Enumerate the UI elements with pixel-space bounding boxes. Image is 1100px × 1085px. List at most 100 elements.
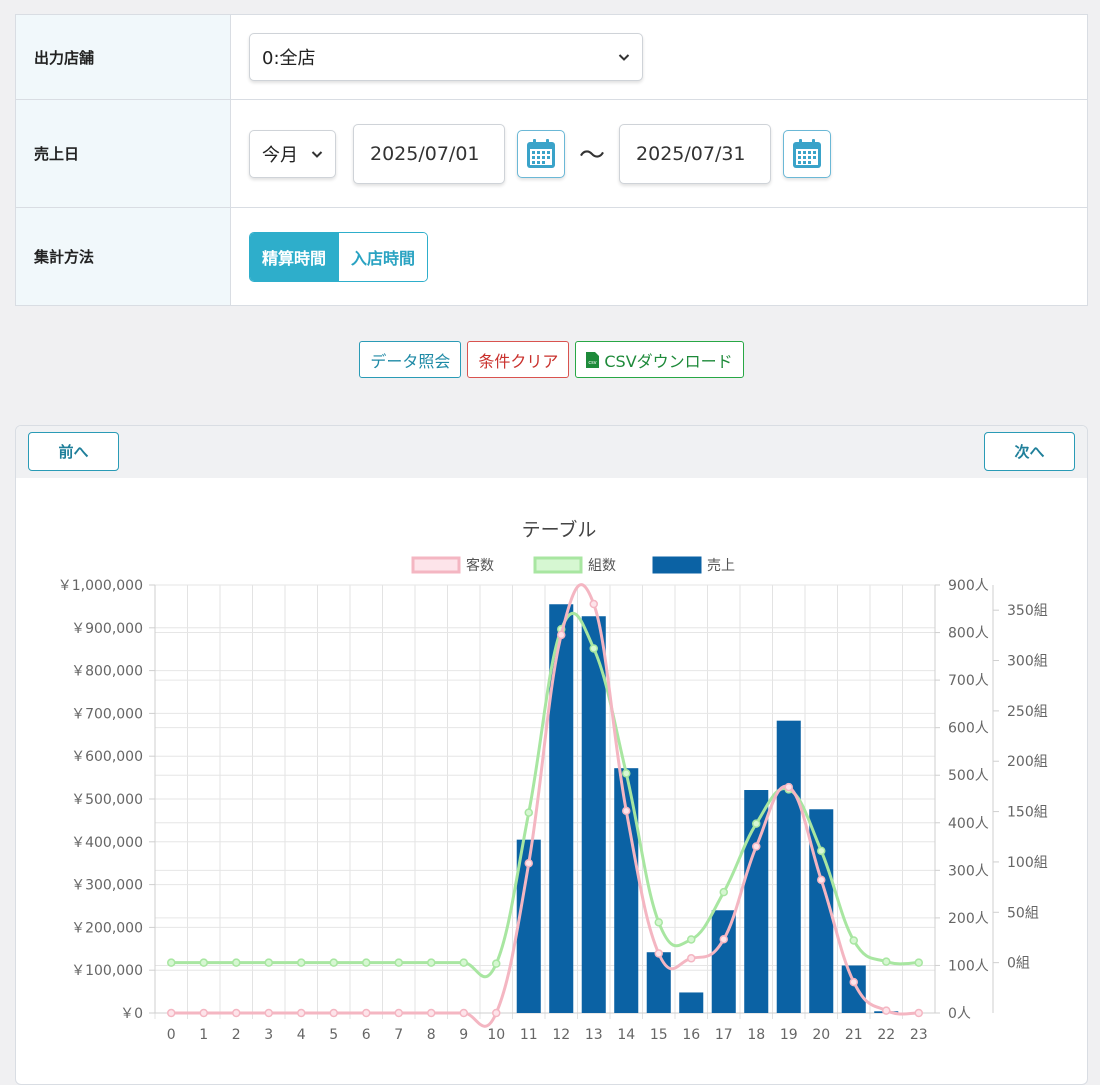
clear-button[interactable]: 条件クリア — [467, 341, 570, 378]
query-button[interactable]: データ照会 — [359, 341, 462, 378]
groups-point — [362, 958, 371, 967]
method-row: 集計方法 精算時間 入店時間 — [16, 208, 1087, 305]
x-tick-label: 14 — [617, 1027, 635, 1043]
customers-point — [524, 858, 533, 868]
date-from-calendar-button[interactable] — [517, 129, 565, 178]
chart-title: テーブル — [522, 518, 597, 541]
legend-label: 客数 — [466, 557, 494, 574]
legend-swatch — [533, 556, 583, 574]
groups-point — [297, 958, 306, 967]
customers-point — [492, 1008, 501, 1018]
groups-point — [459, 958, 468, 967]
sales-date-row: 売上日 今月 2025/07/01 〜 2025/07/31 — [16, 100, 1087, 208]
customers-point — [297, 1008, 306, 1018]
x-tick-label: 19 — [780, 1027, 798, 1043]
x-tick-label: 3 — [264, 1027, 273, 1043]
customers-point — [719, 935, 728, 944]
y-left-tick-label: ￥300,000 — [71, 878, 143, 894]
x-tick-label: 11 — [520, 1027, 538, 1043]
x-tick-label: 18 — [747, 1027, 765, 1043]
date-range-separator: 〜 — [579, 141, 606, 171]
x-tick-label: 4 — [297, 1027, 306, 1043]
legend-swatch — [411, 556, 461, 574]
x-tick-label: 22 — [877, 1027, 895, 1043]
groups-point — [687, 935, 696, 944]
groups-point — [589, 644, 598, 653]
customers-point — [914, 1008, 923, 1018]
groups-point — [264, 958, 273, 967]
groups-point — [719, 887, 728, 897]
groups-point — [232, 958, 241, 967]
groups-point — [427, 958, 436, 967]
groups-point — [882, 957, 891, 966]
chevron-down-icon — [311, 150, 323, 158]
customers-point — [394, 1008, 403, 1018]
y-right1-tick-label: 800人 — [948, 626, 989, 642]
sales-bar — [776, 720, 801, 1013]
customers-point — [589, 599, 598, 609]
customers-point — [427, 1008, 436, 1018]
file-csv-icon: csv — [586, 351, 600, 368]
action-bar: データ照会 条件クリア csv CSVダウンロード — [0, 341, 1100, 378]
file-csv-icon-text: csv — [589, 360, 597, 366]
customers-point — [849, 977, 858, 987]
y-left-tick-label: ￥1,000,000 — [58, 578, 143, 594]
groups-point — [849, 936, 858, 945]
y-left-tick-label: ￥600,000 — [71, 749, 143, 765]
customers-point — [459, 1008, 468, 1018]
y-right2-tick-label: 300組 — [1007, 654, 1048, 670]
x-tick-label: 8 — [427, 1027, 436, 1043]
y-left-tick-label: ￥100,000 — [71, 963, 143, 979]
calendar-icon — [793, 138, 822, 168]
legend-label: 組数 — [588, 558, 616, 574]
legend-swatch — [652, 556, 702, 574]
groups-point — [329, 958, 338, 967]
customers-point — [199, 1008, 208, 1018]
date-to-calendar-button[interactable] — [783, 129, 832, 178]
legend-label: 売上 — [707, 558, 735, 574]
y-left-tick-label: ￥700,000 — [71, 706, 143, 722]
customers-point — [882, 1006, 891, 1015]
x-tick-label: 20 — [812, 1027, 830, 1043]
x-tick-label: 7 — [394, 1027, 403, 1043]
sales-date-label: 売上日 — [16, 100, 231, 207]
method-option-settlement[interactable]: 精算時間 — [250, 232, 339, 281]
x-tick-label: 5 — [329, 1027, 338, 1043]
date-from-input[interactable]: 2025/07/01 — [353, 123, 505, 184]
groups-point — [622, 769, 631, 778]
groups-point — [167, 958, 176, 967]
groups-point — [524, 808, 533, 817]
customers-point — [264, 1008, 273, 1018]
y-right1-tick-label: 200人 — [948, 911, 989, 927]
store-row: 出力店舗 0:全店 — [16, 15, 1087, 100]
method-option-entry[interactable]: 入店時間 — [338, 232, 428, 281]
customers-point — [752, 842, 761, 851]
period-select[interactable]: 今月 — [249, 129, 336, 178]
customers-point — [817, 875, 826, 885]
sales-bar — [841, 965, 866, 1013]
y-right1-tick-label: 900人 — [948, 578, 989, 594]
store-label: 出力店舗 — [16, 15, 231, 99]
y-right1-tick-label: 0人 — [948, 1006, 971, 1022]
customers-point — [557, 630, 566, 640]
y-right1-tick-label: 100人 — [948, 958, 989, 974]
y-right2-tick-label: 100組 — [1007, 855, 1048, 871]
sales-bar — [679, 992, 704, 1013]
store-select[interactable]: 0:全店 — [249, 33, 643, 81]
sales-bar — [711, 910, 736, 1013]
customers-point — [784, 782, 793, 792]
x-tick-label: 21 — [845, 1027, 863, 1043]
groups-point — [817, 846, 826, 856]
customers-point — [654, 949, 663, 958]
date-to-input[interactable]: 2025/07/31 — [619, 123, 772, 184]
x-tick-label: 13 — [585, 1027, 603, 1043]
x-tick-label: 0 — [167, 1027, 176, 1043]
y-right2-tick-label: 350組 — [1007, 603, 1048, 619]
sales-bar — [646, 952, 671, 1013]
customers-point — [622, 806, 631, 816]
y-right1-tick-label: 600人 — [948, 721, 989, 737]
y-left-tick-label: ￥400,000 — [71, 835, 143, 851]
x-tick-label: 12 — [552, 1027, 570, 1043]
csv-download-button[interactable]: csv CSVダウンロード — [575, 341, 744, 378]
csv-download-label: CSVダウンロード — [604, 351, 733, 371]
